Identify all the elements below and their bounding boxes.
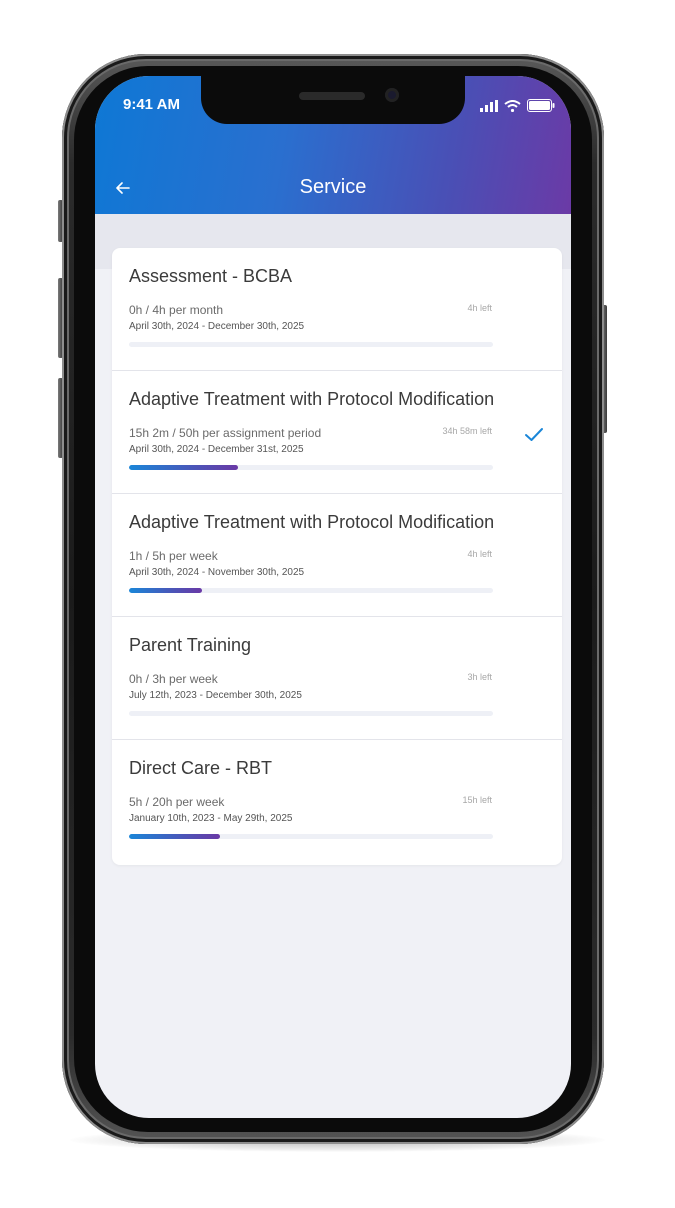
service-item[interactable]: Adaptive Treatment with Protocol Modific… bbox=[112, 494, 562, 617]
service-item[interactable]: Parent Training 0h / 3h per week July 12… bbox=[112, 617, 562, 740]
service-time-left: 4h left bbox=[467, 303, 492, 313]
service-time-left: 3h left bbox=[467, 672, 492, 682]
checkmark-icon bbox=[525, 428, 543, 441]
battery-icon bbox=[527, 99, 555, 112]
status-time: 9:41 AM bbox=[123, 96, 180, 113]
service-usage: 15h 2m / 50h per assignment period bbox=[129, 426, 322, 440]
service-name: Adaptive Treatment with Protocol Modific… bbox=[129, 512, 495, 532]
service-item[interactable]: Assessment - BCBA 0h / 4h per month Apri… bbox=[112, 248, 562, 371]
service-usage: 5h / 20h per week bbox=[129, 795, 225, 809]
service-time-left: 15h left bbox=[462, 795, 492, 805]
service-dates: April 30th, 2024 - December 31st, 2025 bbox=[129, 444, 304, 455]
service-usage: 1h / 5h per week bbox=[129, 549, 218, 563]
wifi-icon bbox=[504, 99, 521, 112]
service-name: Assessment - BCBA bbox=[129, 266, 293, 286]
progress-track bbox=[129, 588, 493, 593]
app-screen: 9:41 AM Service Assessment - BCBA 0h / 4… bbox=[95, 76, 571, 1118]
service-name: Direct Care - RBT bbox=[129, 758, 273, 778]
service-dates: April 30th, 2024 - November 30th, 2025 bbox=[129, 567, 305, 578]
status-icons bbox=[480, 99, 555, 112]
service-time-left: 34h 58m left bbox=[442, 426, 492, 436]
page-title: Service bbox=[299, 176, 367, 198]
signal-icon bbox=[480, 99, 498, 112]
service-name: Parent Training bbox=[129, 635, 252, 655]
service-item[interactable]: Adaptive Treatment with Protocol Modific… bbox=[112, 371, 562, 494]
device-mockup: 9:41 AM Service Assessment - BCBA 0h / 4… bbox=[0, 0, 675, 1208]
service-dates: January 10th, 2023 - May 29th, 2025 bbox=[129, 813, 293, 824]
service-dates: July 12th, 2023 - December 30th, 2025 bbox=[129, 690, 302, 701]
progress-track bbox=[129, 711, 493, 716]
notch bbox=[201, 76, 465, 124]
service-time-left: 4h left bbox=[467, 549, 492, 559]
service-dates: April 30th, 2024 - December 30th, 2025 bbox=[129, 321, 305, 332]
speaker-grille bbox=[299, 92, 365, 100]
progress-fill bbox=[129, 834, 220, 839]
service-usage: 0h / 4h per month bbox=[129, 303, 224, 317]
progress-track bbox=[129, 834, 493, 839]
progress-fill bbox=[129, 465, 239, 470]
progress-track bbox=[129, 342, 493, 347]
service-item[interactable]: Direct Care - RBT 5h / 20h per week Janu… bbox=[112, 740, 562, 863]
progress-track bbox=[129, 465, 493, 470]
service-name: Adaptive Treatment with Protocol Modific… bbox=[129, 389, 495, 409]
progress-fill bbox=[129, 588, 202, 593]
services-card: Assessment - BCBA 0h / 4h per month Apri… bbox=[112, 248, 562, 865]
front-camera bbox=[385, 88, 399, 102]
service-usage: 0h / 3h per week bbox=[129, 672, 218, 686]
